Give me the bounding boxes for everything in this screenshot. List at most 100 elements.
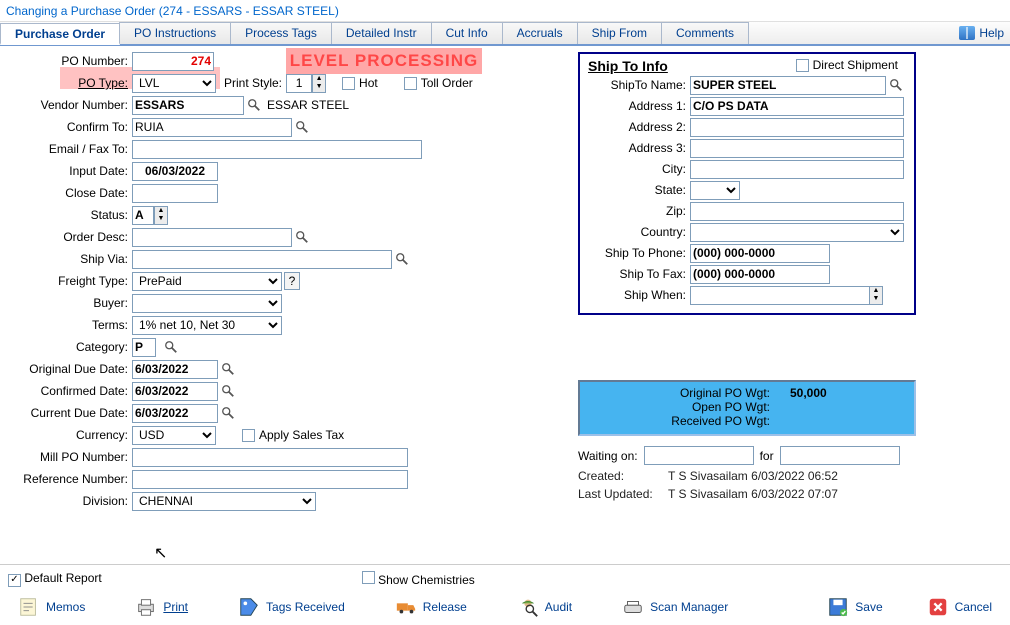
buyer-select[interactable] bbox=[132, 294, 282, 313]
po-type-label: PO Type: bbox=[12, 76, 132, 90]
tab-process-tags[interactable]: Process Tags bbox=[230, 22, 332, 44]
audit-button[interactable]: Audit bbox=[507, 593, 582, 621]
tab-ship-from[interactable]: Ship From bbox=[577, 22, 662, 44]
spin-down-icon[interactable]: ▼ bbox=[155, 215, 167, 224]
order-desc-input[interactable] bbox=[132, 228, 292, 247]
ship-via-lookup-icon[interactable] bbox=[393, 250, 411, 268]
zip-input[interactable] bbox=[690, 202, 904, 221]
save-button[interactable]: Save bbox=[817, 593, 892, 621]
freight-type-select[interactable]: PrePaid bbox=[132, 272, 282, 291]
country-select[interactable] bbox=[690, 223, 904, 242]
tab-detailed-instr[interactable]: Detailed Instr bbox=[331, 22, 432, 44]
ref-num-input[interactable] bbox=[132, 470, 408, 489]
vendor-number-input[interactable] bbox=[132, 96, 244, 115]
waiting-on-input[interactable] bbox=[644, 446, 754, 465]
shipto-name-label: ShipTo Name: bbox=[588, 78, 690, 92]
vendor-name-display: ESSAR STEEL bbox=[267, 98, 349, 112]
close-date-input[interactable] bbox=[132, 184, 218, 203]
po-number-input[interactable] bbox=[132, 52, 214, 71]
division-select[interactable]: CHENNAI bbox=[132, 492, 316, 511]
order-desc-label: Order Desc: bbox=[12, 230, 132, 244]
terms-select[interactable]: 1% net 10, Net 30 bbox=[132, 316, 282, 335]
currency-label: Currency: bbox=[12, 428, 132, 442]
mouse-cursor-icon: ↖ bbox=[154, 543, 167, 563]
conf-date-input[interactable] bbox=[132, 382, 218, 401]
tab-purchase-order[interactable]: Purchase Order bbox=[0, 23, 120, 45]
spin-down-icon[interactable]: ▼ bbox=[870, 295, 882, 304]
status-input[interactable] bbox=[132, 206, 154, 225]
spin-down-icon[interactable]: ▼ bbox=[313, 83, 325, 92]
tab-cut-info[interactable]: Cut Info bbox=[431, 22, 503, 44]
spin-up-icon[interactable]: ▲ bbox=[870, 287, 882, 296]
cur-due-input[interactable] bbox=[132, 404, 218, 423]
shipto-panel: Ship To Info Direct Shipment ShipTo Name… bbox=[578, 52, 916, 315]
freight-help-icon[interactable]: ? bbox=[284, 272, 300, 290]
category-input[interactable] bbox=[132, 338, 156, 357]
apply-tax-label: Apply Sales Tax bbox=[259, 428, 344, 442]
email-fax-input[interactable] bbox=[132, 140, 422, 159]
vendor-number-label: Vendor Number: bbox=[12, 98, 132, 112]
confirm-to-label: Confirm To: bbox=[12, 120, 132, 134]
phone-input[interactable] bbox=[690, 244, 830, 263]
spin-up-icon[interactable]: ▲ bbox=[313, 75, 325, 84]
show-chemistries-checkbox[interactable] bbox=[362, 571, 375, 584]
print-button[interactable]: Print bbox=[125, 593, 198, 621]
confirm-to-input[interactable] bbox=[132, 118, 292, 137]
waiting-on-label: Waiting on: bbox=[578, 449, 638, 463]
hot-checkbox[interactable] bbox=[342, 77, 355, 90]
truck-icon bbox=[395, 596, 417, 618]
memos-button[interactable]: Memos bbox=[8, 593, 95, 621]
help-button[interactable]: Help bbox=[953, 22, 1010, 44]
po-type-select[interactable]: LVL bbox=[132, 74, 216, 93]
ship-when-input[interactable] bbox=[690, 286, 870, 305]
save-icon bbox=[827, 596, 849, 618]
default-report-checkbox[interactable] bbox=[8, 574, 21, 587]
vendor-lookup-icon[interactable] bbox=[245, 96, 263, 114]
terms-label: Terms: bbox=[12, 318, 132, 332]
memo-icon bbox=[18, 596, 40, 618]
addr3-input[interactable] bbox=[690, 139, 904, 158]
input-date-input[interactable] bbox=[132, 162, 218, 181]
currency-select[interactable]: USD bbox=[132, 426, 216, 445]
freight-type-label: Freight Type: bbox=[12, 274, 132, 288]
orig-due-input[interactable] bbox=[132, 360, 218, 379]
order-desc-lookup-icon[interactable] bbox=[293, 228, 311, 246]
state-select[interactable] bbox=[690, 181, 740, 200]
addr1-input[interactable] bbox=[690, 97, 904, 116]
scanner-icon bbox=[622, 596, 644, 618]
mill-po-input[interactable] bbox=[132, 448, 408, 467]
city-input[interactable] bbox=[690, 160, 904, 179]
tab-comments[interactable]: Comments bbox=[661, 22, 749, 44]
toll-order-checkbox[interactable] bbox=[404, 77, 417, 90]
email-fax-label: Email / Fax To: bbox=[12, 142, 132, 156]
ship-via-input[interactable] bbox=[132, 250, 392, 269]
shipto-name-lookup-icon[interactable] bbox=[887, 76, 905, 94]
cur-due-lookup-icon[interactable] bbox=[219, 404, 237, 422]
spin-up-icon[interactable]: ▲ bbox=[155, 207, 167, 216]
category-lookup-icon[interactable] bbox=[162, 338, 180, 356]
print-style-label: Print Style: bbox=[224, 76, 282, 90]
weight-panel: Original PO Wgt:50,000 Open PO Wgt: Rece… bbox=[578, 380, 916, 436]
print-style-input[interactable] bbox=[286, 74, 312, 93]
window-title: Changing a Purchase Order (274 - ESSARS … bbox=[0, 0, 1010, 22]
cancel-button[interactable]: Cancel bbox=[917, 593, 1002, 621]
fax-input[interactable] bbox=[690, 265, 830, 284]
tab-accruals[interactable]: Accruals bbox=[502, 22, 578, 44]
direct-shipment-checkbox[interactable] bbox=[796, 59, 809, 72]
hot-label: Hot bbox=[359, 76, 378, 90]
waiting-for-input[interactable] bbox=[780, 446, 900, 465]
conf-date-lookup-icon[interactable] bbox=[219, 382, 237, 400]
orig-due-lookup-icon[interactable] bbox=[219, 360, 237, 378]
toll-order-label: Toll Order bbox=[421, 76, 473, 90]
tab-po-instructions[interactable]: PO Instructions bbox=[119, 22, 231, 44]
tab-bar: Purchase Order PO Instructions Process T… bbox=[0, 22, 1010, 46]
confirm-to-lookup-icon[interactable] bbox=[293, 118, 311, 136]
release-button[interactable]: Release bbox=[385, 593, 477, 621]
addr2-input[interactable] bbox=[690, 118, 904, 137]
apply-tax-checkbox[interactable] bbox=[242, 429, 255, 442]
cancel-icon bbox=[927, 596, 949, 618]
shipto-name-input[interactable] bbox=[690, 76, 886, 95]
scan-manager-button[interactable]: Scan Manager bbox=[612, 593, 738, 621]
waiting-for-label: for bbox=[760, 449, 774, 463]
tags-received-button[interactable]: Tags Received bbox=[228, 593, 355, 621]
